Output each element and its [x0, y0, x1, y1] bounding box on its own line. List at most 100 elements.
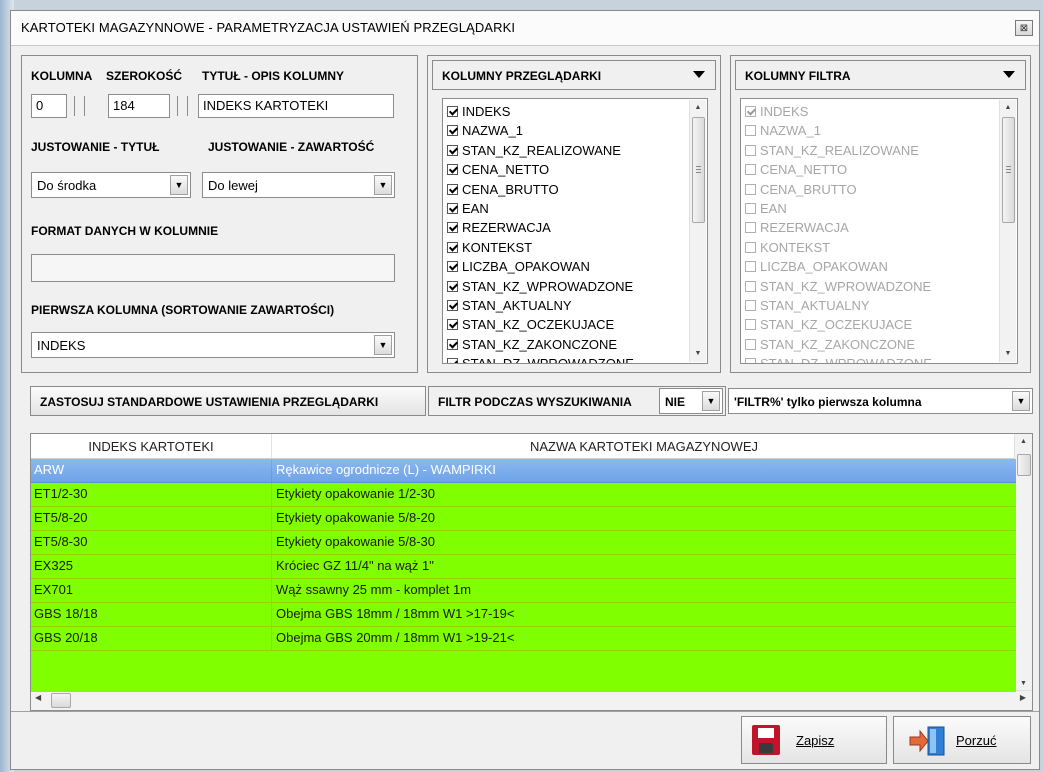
- chevron-down-icon[interactable]: ▼: [374, 175, 392, 195]
- browser-column-item-label: CENA_NETTO: [462, 162, 550, 178]
- dropdown-triangle-icon[interactable]: [1003, 71, 1015, 78]
- cell-index: EX701: [34, 582, 74, 597]
- filter-column-item: NAZWA_1: [745, 121, 821, 140]
- checkbox[interactable]: [447, 319, 458, 331]
- table-row[interactable]: EX701 Wąż ssawny 25 mm - komplet 1m: [31, 579, 1016, 603]
- checkbox[interactable]: [447, 144, 458, 156]
- browser-column-item[interactable]: CENA_BRUTTO: [447, 180, 559, 199]
- checkbox[interactable]: [447, 106, 458, 117]
- grid-horizontal-scrollbar[interactable]: ◀ ▶: [31, 690, 1032, 710]
- cell-name: Wąż ssawny 25 mm - komplet 1m: [276, 582, 472, 597]
- scroll-up-icon[interactable]: ▲: [1015, 434, 1032, 450]
- browser-column-item[interactable]: STAN_DZ_WPROWADZONE: [447, 354, 634, 363]
- browser-column-item-label: STAN_KZ_WPROWADZONE: [462, 278, 634, 294]
- first-column-select[interactable]: INDEKS ▼: [31, 332, 395, 358]
- filter-column-item-label: LICZBA_OPAKOWAN: [760, 259, 888, 275]
- column-header-index[interactable]: INDEKS KARTOTEKI: [31, 439, 271, 454]
- checkbox[interactable]: [447, 164, 458, 176]
- column-header-name[interactable]: NAZWA KARTOTEKI MAGAZYNOWEJ: [272, 439, 1016, 454]
- checkbox[interactable]: [447, 203, 458, 214]
- chevron-down-icon[interactable]: ▼: [702, 391, 720, 411]
- close-icon[interactable]: ⊠: [1015, 20, 1033, 36]
- apply-default-settings-label: ZASTOSUJ STANDARDOWE USTAWIENIA PRZEGLĄD…: [40, 395, 379, 409]
- table-row[interactable]: ET5/8-30 Etykiety opakowanie 5/8-30: [31, 531, 1016, 555]
- dropdown-triangle-icon[interactable]: [693, 71, 705, 78]
- scroll-right-icon[interactable]: ▶: [1020, 693, 1026, 702]
- scrollbar-thumb[interactable]: [51, 693, 71, 708]
- scrollbar-thumb[interactable]: [1017, 454, 1031, 476]
- browser-column-item[interactable]: STAN_KZ_OCZEKUJACE: [447, 315, 614, 334]
- apply-default-settings-button[interactable]: ZASTOSUJ STANDARDOWE USTAWIENIA PRZEGLĄD…: [30, 386, 426, 416]
- cell-index: ARW: [34, 462, 65, 477]
- filter-column-item: LICZBA_OPAKOWAN: [745, 257, 888, 276]
- browser-column-item[interactable]: STAN_KZ_REALIZOWANE: [447, 141, 621, 160]
- align-content-select[interactable]: Do lewej ▼: [202, 172, 395, 198]
- filter-mode-select[interactable]: 'FILTR%' tylko pierwsza kolumna ▼: [728, 388, 1033, 414]
- scroll-down-icon[interactable]: ▼: [690, 346, 706, 362]
- filter-column-item: STAN_AKTUALNY: [745, 296, 870, 315]
- grid-vertical-scrollbar[interactable]: ▲ ▼: [1014, 434, 1032, 692]
- browser-columns-header[interactable]: KOLUMNY PRZEGLĄDARKI: [432, 60, 716, 90]
- filter-columns-header[interactable]: KOLUMNY FILTRA: [735, 60, 1026, 90]
- column-divider: [271, 531, 272, 554]
- filter-search-select[interactable]: NIE ▼: [659, 388, 723, 414]
- checkbox[interactable]: [447, 222, 458, 234]
- browser-column-item[interactable]: INDEKS: [447, 102, 510, 121]
- scroll-left-icon[interactable]: ◀: [35, 693, 41, 702]
- cell-name: Etykiety opakowanie 5/8-30: [276, 534, 435, 549]
- column-index-spinner[interactable]: [69, 94, 89, 118]
- checkbox[interactable]: [447, 338, 458, 350]
- browser-column-item[interactable]: LICZBA_OPAKOWAN: [447, 257, 590, 276]
- items-grid[interactable]: INDEKS KARTOTEKI NAZWA KARTOTEKI MAGAZYN…: [30, 433, 1033, 711]
- chevron-down-icon[interactable]: ▼: [170, 175, 188, 195]
- column-divider: [271, 507, 272, 530]
- column-width-spinner[interactable]: [172, 94, 192, 118]
- browser-column-item[interactable]: KONTEKST: [447, 238, 532, 257]
- filter-columns-title: KOLUMNY FILTRA: [745, 69, 851, 83]
- scrollbar-thumb[interactable]: [692, 117, 705, 223]
- table-row[interactable]: GBS 20/18 Obejma GBS 20mm / 18mm W1 >19-2…: [31, 627, 1016, 651]
- cell-name: Etykiety opakowanie 5/8-20: [276, 510, 435, 525]
- scroll-up-icon[interactable]: ▲: [690, 100, 706, 116]
- filter-column-item-label: REZERWACJA: [760, 220, 849, 236]
- checkbox[interactable]: [447, 241, 458, 253]
- column-title-input[interactable]: INDEKS KARTOTEKI: [198, 94, 394, 118]
- chevron-down-icon[interactable]: ▼: [374, 335, 392, 355]
- browser-column-item[interactable]: STAN_KZ_ZAKONCZONE: [447, 335, 617, 354]
- table-row[interactable]: ET1/2-30 Etykiety opakowanie 1/2-30: [31, 483, 1016, 507]
- column-index-input[interactable]: 0: [31, 94, 67, 118]
- align-title-label: JUSTOWANIE - TYTUŁ: [31, 140, 160, 154]
- format-input[interactable]: [31, 254, 395, 282]
- cell-index: ET5/8-20: [34, 510, 88, 525]
- filter-columns-list: STAN_DZ_WPROWADZONE STAN_KZ_ZAKONCZONE STA…: [740, 98, 1018, 364]
- checkbox[interactable]: [447, 280, 458, 292]
- checkbox[interactable]: [447, 261, 458, 273]
- table-row[interactable]: GBS 18/18 Obejma GBS 18mm / 18mm W1 >17-1…: [31, 603, 1016, 627]
- cell-index: EX325: [34, 558, 74, 573]
- browser-column-item[interactable]: STAN_AKTUALNY: [447, 296, 572, 315]
- browser-column-item[interactable]: EAN: [447, 199, 489, 218]
- checkbox[interactable]: [447, 300, 458, 311]
- table-row[interactable]: EX325 Króciec GZ 11/4" na wąż 1": [31, 555, 1016, 579]
- vertical-scrollbar[interactable]: ▲ ▼: [689, 100, 706, 362]
- checkbox[interactable]: [447, 358, 458, 363]
- table-row[interactable]: ARW Rękawice ogrodnicze (L) - WAMPIRKI: [31, 459, 1016, 483]
- browser-column-item[interactable]: CENA_NETTO: [447, 160, 549, 179]
- browser-column-item[interactable]: NAZWA_1: [447, 121, 523, 140]
- checkbox[interactable]: [447, 125, 458, 137]
- table-row[interactable]: ET5/8-20 Etykiety opakowanie 5/8-20: [31, 507, 1016, 531]
- filter-column-item: CENA_BRUTTO: [745, 180, 857, 199]
- chevron-down-icon[interactable]: ▼: [1012, 391, 1030, 411]
- column-width-input[interactable]: 184: [108, 94, 170, 118]
- checkbox: [745, 203, 756, 214]
- column-settings-panel: KOLUMNA SZEROKOŚĆ TYTUŁ - OPIS KOLUMNY 0…: [21, 55, 418, 373]
- save-button[interactable]: Zapisz: [741, 716, 887, 764]
- cancel-button[interactable]: Porzuć: [893, 716, 1031, 764]
- browser-columns-list[interactable]: STAN_DZ_WPROWADZONE STAN_KZ_ZAKONCZONE STA…: [442, 98, 708, 364]
- browser-column-item[interactable]: REZERWACJA: [447, 218, 551, 237]
- browser-column-item[interactable]: STAN_KZ_WPROWADZONE: [447, 277, 633, 296]
- checkbox[interactable]: [447, 183, 458, 195]
- align-title-select[interactable]: Do środka ▼: [31, 172, 191, 198]
- browser-column-item-label: NAZWA_1: [462, 123, 523, 139]
- exit-door-icon: [908, 725, 948, 757]
